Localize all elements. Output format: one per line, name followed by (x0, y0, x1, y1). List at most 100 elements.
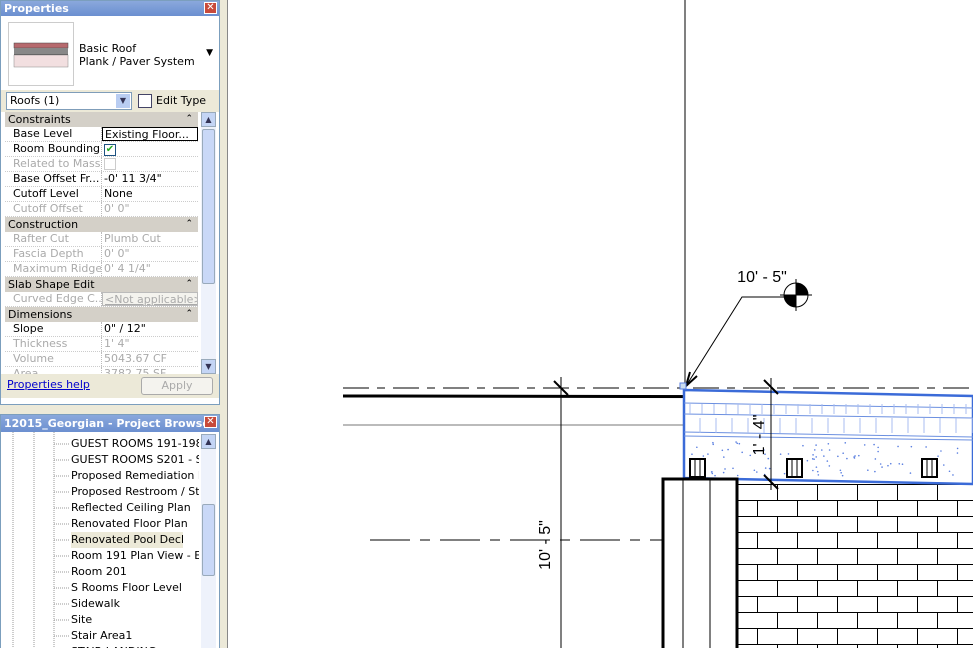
property-label: Cutoff Offset (5, 202, 102, 216)
height-dimension[interactable]: 10' - 5" (537, 377, 569, 648)
browser-scrollbar[interactable]: ▲ (201, 434, 216, 648)
group-label: Constraints (8, 113, 71, 126)
property-row[interactable]: Volume 5043.67 CF (5, 352, 198, 367)
property-label: Thickness (5, 337, 102, 351)
property-value-cell: Plumb Cut (102, 232, 198, 246)
property-value-cell: 0' 4 1/4" (102, 262, 198, 276)
property-label: Maximum Ridge... (5, 262, 102, 276)
browser-item[interactable]: GUEST ROOMS S201 - S20 (71, 452, 199, 468)
browser-item[interactable]: Proposed Restroom / Sta (71, 484, 199, 500)
browser-title: 12015_Georgian - Project Browser (4, 417, 216, 430)
property-row[interactable]: Related to Mass (5, 157, 198, 172)
property-row[interactable]: Cutoff Level None (5, 187, 198, 202)
property-value-cell[interactable]: -0' 11 3/4" (102, 172, 198, 186)
instance-filter-value: Roofs (1) (10, 94, 60, 107)
type-family: Basic Roof (79, 42, 137, 55)
browser-item[interactable]: Renovated Floor Plan (71, 516, 199, 532)
instance-filter-select[interactable]: Roofs (1) ▼ (6, 92, 132, 110)
chevron-down-icon[interactable]: ▼ (206, 48, 213, 58)
roof-type-swatch-icon (8, 22, 74, 86)
left-dock: Properties ✕ Basic Roof Plank / Paver Syst… (0, 0, 228, 648)
collapse-icon[interactable]: ⌃ (185, 307, 193, 322)
close-icon[interactable]: ✕ (204, 2, 217, 14)
property-row[interactable]: Curved Edge C... <Not applicable> (5, 292, 198, 307)
property-value: 1' 4" (104, 337, 130, 350)
browser-title-bar[interactable]: 12015_Georgian - Project Browser ✕ (1, 415, 219, 432)
project-browser-panel: 12015_Georgian - Project Browser ✕ GUEST … (0, 414, 220, 648)
checkbox[interactable]: ✔ (104, 144, 116, 156)
scroll-thumb[interactable] (202, 129, 215, 284)
scroll-up-icon[interactable]: ▲ (201, 434, 216, 449)
type-name: Plank / Paver System (79, 55, 195, 68)
browser-item[interactable]: Reflected Ceiling Plan (71, 500, 199, 516)
browser-item[interactable]: Room 201 (71, 564, 199, 580)
property-label: Cutoff Level (5, 187, 102, 201)
property-value: 0' 0" (104, 247, 130, 260)
property-row[interactable]: Cutoff Offset 0' 0" (5, 202, 198, 217)
property-value-cell: 0' 0" (102, 202, 198, 216)
browser-item[interactable]: Stair Area1 (71, 628, 199, 644)
property-label: Slope (5, 322, 102, 336)
browser-item[interactable]: Room 191 Plan View - Exis (71, 548, 199, 564)
height-dim-label: 10' - 5" (537, 520, 554, 570)
browser-item[interactable]: Proposed Remediation Pl (71, 468, 199, 484)
group-slab-shape-edit[interactable]: Slab Shape Edit ⌃ (5, 277, 198, 292)
chevron-down-icon[interactable]: ▼ (116, 94, 130, 108)
collapse-icon[interactable]: ⌃ (185, 217, 193, 232)
property-value-cell: 1' 4" (102, 337, 198, 351)
spot-elevation[interactable]: 10' - 5" (679, 269, 812, 390)
property-value-cell[interactable]: 0" / 12" (102, 322, 198, 336)
property-row[interactable]: Room Bounding ✔ (5, 142, 198, 157)
close-icon[interactable]: ✕ (204, 416, 217, 428)
property-value-cell: 3782.75 SF (102, 367, 198, 374)
property-row[interactable]: Base Level Existing Floor... (5, 127, 198, 142)
property-row[interactable]: Rafter Cut Plumb Cut (5, 232, 198, 247)
browser-item[interactable]: GUEST ROOMS 191-198 (71, 436, 199, 452)
checkbox (104, 158, 116, 170)
browser-item[interactable]: S Rooms Floor Level (71, 580, 199, 596)
properties-help-link[interactable]: Properties help (7, 378, 90, 391)
property-row[interactable]: Base Offset Fr... -0' 11 3/4" (5, 172, 198, 187)
property-value-cell[interactable]: ✔ (102, 142, 198, 156)
type-selector[interactable]: Basic Roof Plank / Paver System ▼ (1, 16, 219, 90)
property-value-cell[interactable]: Existing Floor... (102, 127, 198, 141)
property-label: Area (5, 367, 102, 374)
property-row[interactable]: Fascia Depth 0' 0" (5, 247, 198, 262)
property-row[interactable]: Area 3782.75 SF (5, 367, 198, 374)
property-row[interactable]: Maximum Ridge...0' 4 1/4" (5, 262, 198, 277)
collapse-icon[interactable]: ⌃ (185, 112, 193, 127)
group-dimensions[interactable]: Dimensions ⌃ (5, 307, 198, 322)
property-label: Rafter Cut (5, 232, 102, 246)
property-value-cell: 5043.67 CF (102, 352, 198, 366)
property-row[interactable]: Slope 0" / 12" (5, 322, 198, 337)
browser-item[interactable]: Sidewalk (71, 596, 199, 612)
brick-wall (737, 484, 973, 648)
group-label: Slab Shape Edit (8, 278, 95, 291)
browser-item[interactable]: Renovated Pool Deck (71, 532, 183, 548)
property-value: 5043.67 CF (104, 352, 167, 365)
property-value-cell[interactable]: None (102, 187, 198, 201)
property-value: 0" / 12" (104, 322, 146, 335)
property-label: Base Level (5, 127, 102, 141)
property-value: Existing Floor... (105, 128, 189, 141)
property-row[interactable]: Thickness 1' 4" (5, 337, 198, 352)
apply-button[interactable]: Apply (141, 377, 213, 395)
edit-type-icon (138, 94, 152, 108)
property-scrollbar[interactable]: ▲ ▼ (201, 112, 216, 374)
edit-type-label: Edit Type (156, 94, 207, 107)
edit-type-button[interactable]: Edit Type (138, 93, 206, 108)
scroll-down-icon[interactable]: ▼ (201, 359, 216, 374)
property-label: Room Bounding (5, 142, 102, 156)
group-construction[interactable]: Construction ⌃ (5, 217, 198, 232)
property-label: Fascia Depth (5, 247, 102, 261)
scroll-thumb[interactable] (202, 504, 215, 576)
browser-item[interactable]: Site (71, 612, 199, 628)
group-constraints[interactable]: Constraints ⌃ (5, 112, 198, 127)
collapse-icon[interactable]: ⌃ (185, 277, 193, 292)
property-value: Plumb Cut (104, 232, 161, 245)
browser-item[interactable]: STAIR LANDING (71, 644, 199, 648)
properties-title-bar[interactable]: Properties ✕ (1, 1, 219, 16)
drawing-canvas[interactable]: 10' - 5" 1' - 4" 10' - 5" (228, 0, 973, 648)
scroll-up-icon[interactable]: ▲ (201, 112, 216, 127)
tree-lines (12, 432, 69, 648)
